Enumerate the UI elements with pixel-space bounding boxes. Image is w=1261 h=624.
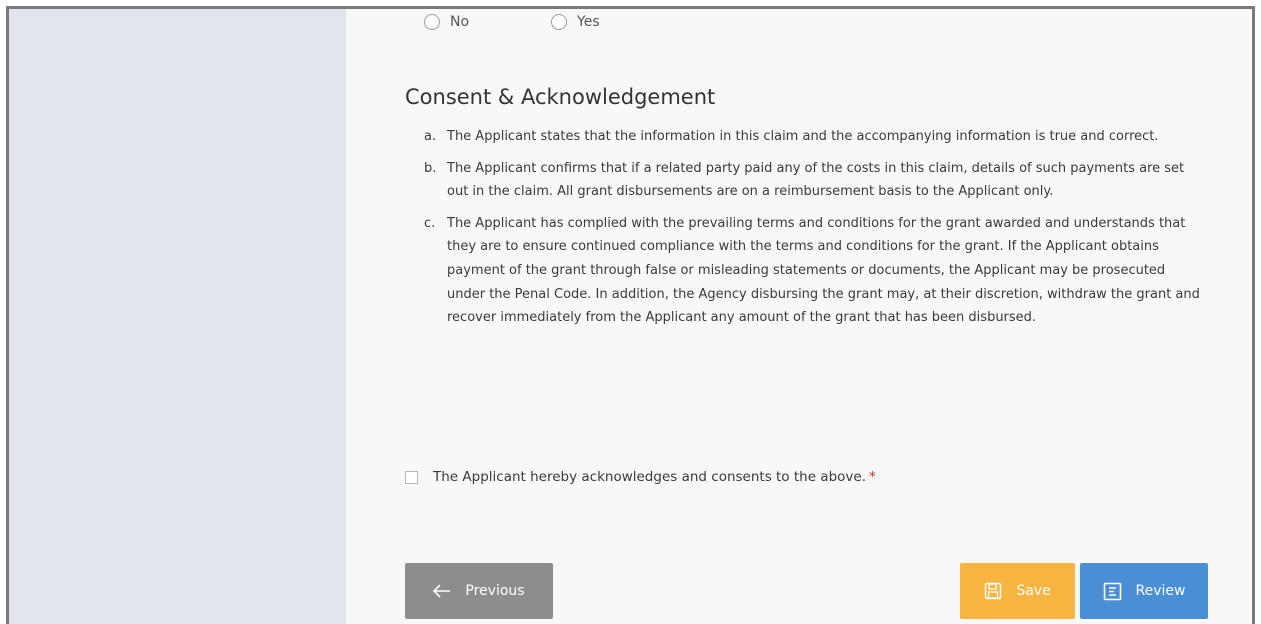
consent-list: a. The Applicant states that the informa… xyxy=(424,125,1204,338)
radio-group: No Yes xyxy=(424,14,682,30)
consent-item-letter: a. xyxy=(424,129,437,144)
previous-button[interactable]: Previous xyxy=(405,563,553,619)
review-button[interactable]: Review xyxy=(1080,563,1208,619)
save-button[interactable]: Save xyxy=(960,563,1075,619)
acknowledge-label: The Applicant hereby acknowledges and co… xyxy=(433,469,866,485)
sidebar xyxy=(9,9,346,624)
consent-item-a: a. The Applicant states that the informa… xyxy=(424,125,1204,149)
acknowledge-row[interactable]: The Applicant hereby acknowledges and co… xyxy=(405,469,876,485)
required-indicator: * xyxy=(869,469,876,485)
radio-no-label: No xyxy=(450,14,470,30)
consent-item-c: c. The Applicant has complied with the p… xyxy=(424,212,1204,330)
consent-item-text: The Applicant has complied with the prev… xyxy=(447,215,1200,326)
consent-item-text: The Applicant states that the informatio… xyxy=(447,129,1159,144)
radio-yes-circle[interactable] xyxy=(551,14,568,30)
consent-item-letter: c. xyxy=(424,215,436,231)
radio-option-no[interactable]: No xyxy=(424,14,469,30)
arrow-left-icon xyxy=(433,584,451,598)
save-button-label: Save xyxy=(1016,583,1051,599)
radio-yes-label: Yes xyxy=(577,14,600,30)
radio-option-yes[interactable]: Yes xyxy=(551,14,600,30)
consent-item-text: The Applicant confirms that if a related… xyxy=(447,160,1185,200)
floppy-disk-icon xyxy=(984,582,1002,600)
section-title: Consent & Acknowledgement xyxy=(405,85,716,109)
form-content: No Yes Consent & Acknowledgement a. The … xyxy=(346,9,1252,624)
previous-button-label: Previous xyxy=(465,583,525,599)
acknowledge-checkbox[interactable] xyxy=(405,470,418,484)
review-icon xyxy=(1103,582,1122,601)
consent-item-b: b. The Applicant confirms that if a rela… xyxy=(424,157,1204,204)
radio-no-circle[interactable] xyxy=(424,14,440,30)
review-button-label: Review xyxy=(1135,583,1186,599)
browser-frame: No Yes Consent & Acknowledgement a. The … xyxy=(6,6,1255,624)
consent-item-letter: b. xyxy=(424,160,437,176)
